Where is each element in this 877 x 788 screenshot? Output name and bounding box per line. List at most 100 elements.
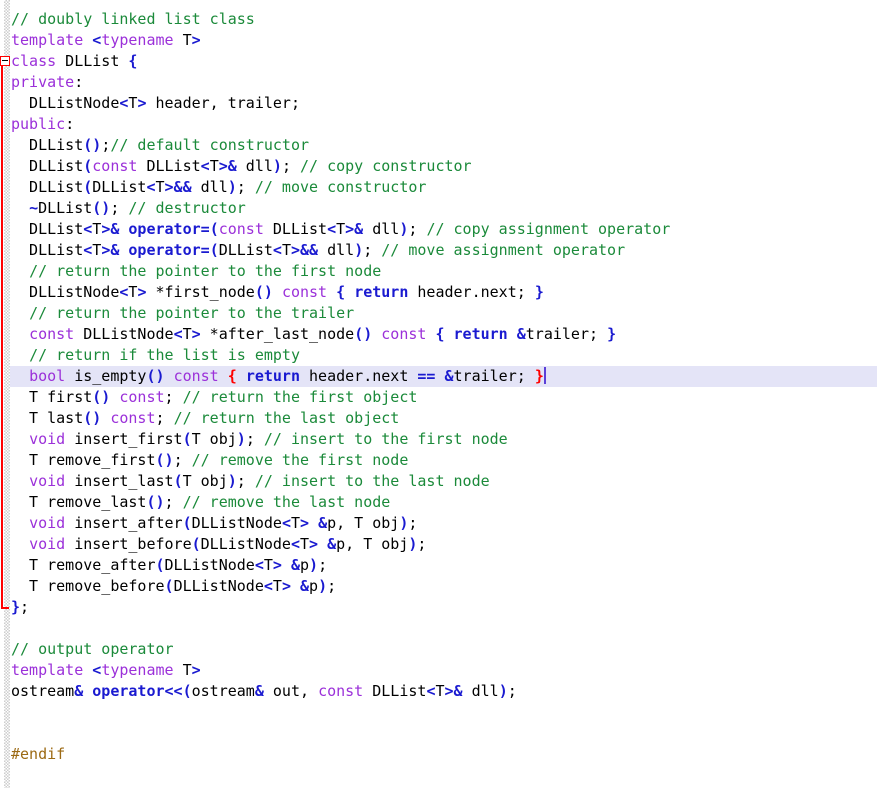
code-line[interactable]: #endif (10, 744, 877, 765)
code-token-brace: { (227, 367, 237, 385)
code-token-plain: DLList (11, 178, 84, 196)
code-token-plain: T (173, 31, 192, 49)
code-token-plain: DLList (137, 157, 201, 175)
code-line[interactable]: template <typename T> (10, 660, 877, 681)
code-token-plain: DLList (56, 52, 129, 70)
code-token-keyword: const (173, 367, 219, 385)
code-token-op: ( (182, 430, 192, 448)
code-token-plain: ; (20, 598, 30, 616)
code-line[interactable]: public: (10, 114, 877, 135)
code-token-plain: ; (417, 535, 427, 553)
code-line[interactable]: T first() const; // return the first obj… (10, 387, 877, 408)
code-line[interactable] (10, 618, 877, 639)
code-line[interactable]: // return the pointer to the first node (10, 261, 877, 282)
code-token-op: == (417, 367, 436, 385)
code-token-plain: ; (164, 493, 183, 511)
code-line[interactable]: DLList<T>& operator=(const DLList<T>& dl… (10, 219, 877, 240)
code-token-plain: DLListNode (191, 514, 282, 532)
code-text-area[interactable]: // doubly linked list class template <typ… (10, 0, 877, 788)
code-line[interactable]: DLListNode<T> header, trailer; (10, 93, 877, 114)
code-token-op: () (146, 367, 165, 385)
code-token-comment: // remove the first node (191, 451, 409, 469)
code-line[interactable]: DLList(const DLList<T>& dll); // copy co… (10, 156, 877, 177)
code-token-op: () (83, 136, 102, 154)
code-token-op: } (11, 598, 21, 616)
code-token-op: ) (318, 577, 328, 595)
code-token-comment: // default constructor (110, 136, 310, 154)
code-token-keyword: const (381, 325, 427, 343)
code-line[interactable]: ostream& operator<<(ostream& out, const … (10, 681, 877, 702)
code-token-plain: *first_node (146, 283, 255, 301)
code-line[interactable]: DLList();// default constructor (10, 135, 877, 156)
code-token-plain: ; (281, 157, 300, 175)
code-token-op: () (155, 451, 174, 469)
code-line[interactable]: bool is_empty() const { return header.ne… (10, 366, 877, 387)
fold-collapse-icon[interactable] (0, 56, 10, 66)
code-token-op: < (173, 325, 183, 343)
code-token-plain: ; (245, 430, 264, 448)
code-token-keyword: template (11, 661, 84, 679)
code-token-plain: insert_first (65, 430, 183, 448)
code-token-op: & (300, 577, 310, 595)
code-line[interactable]: ~DLList(); // destructor (10, 198, 877, 219)
code-line[interactable]: T last() const; // return the last objec… (10, 408, 877, 429)
code-token-plain: T (272, 577, 282, 595)
code-token-comment: // move constructor (254, 178, 427, 196)
code-line[interactable] (10, 702, 877, 723)
code-token-op: ) (354, 241, 364, 259)
editor-fold-gutter[interactable] (0, 0, 10, 788)
code-line[interactable]: void insert_after(DLListNode<T> &p, T ob… (10, 513, 877, 534)
code-line[interactable]: void insert_last(T obj); // insert to th… (10, 471, 877, 492)
code-token-comment: // output operator (11, 640, 174, 658)
code-line[interactable]: class DLList { (10, 51, 877, 72)
code-line[interactable]: const DLListNode<T> *after_last_node() c… (10, 324, 877, 345)
code-line[interactable]: // doubly linked list class (10, 9, 877, 30)
code-token-plain: T (336, 220, 346, 238)
code-token-op: < (92, 31, 102, 49)
code-line[interactable]: T remove_after(DLListNode<T> &p); (10, 555, 877, 576)
code-line[interactable]: void insert_first(T obj); // insert to t… (10, 429, 877, 450)
code-line[interactable]: DLList<T>& operator=(DLList<T>&& dll); /… (10, 240, 877, 261)
code-token-comment: // return if the list is empty (29, 346, 300, 364)
code-line[interactable]: T remove_first(); // remove the first no… (10, 450, 877, 471)
code-token-op: < (83, 220, 93, 238)
code-line[interactable] (10, 723, 877, 744)
code-line[interactable]: DLList(DLList<T>&& dll); // move constru… (10, 177, 877, 198)
fold-region-bar (1, 66, 3, 607)
code-token-op: & (254, 682, 264, 700)
code-editor-window: // doubly linked list class template <typ… (0, 0, 877, 788)
code-token-plain: DLListNode (11, 283, 120, 301)
code-line[interactable]: // output operator (10, 639, 877, 660)
code-token-keyword: private (11, 73, 75, 91)
code-line[interactable]: void insert_before(DLListNode<T> &p, T o… (10, 534, 877, 555)
code-lines-container: // doubly linked list class template <typ… (10, 0, 877, 765)
code-line[interactable]: // return the pointer to the trailer (10, 303, 877, 324)
code-token-plain: ; (408, 220, 427, 238)
code-token-plain: : (65, 115, 75, 133)
code-token-plain: ; (318, 556, 328, 574)
code-line[interactable]: T remove_before(DLListNode<T> &p); (10, 576, 877, 597)
code-line[interactable]: T remove_last(); // remove the last node (10, 492, 877, 513)
code-line[interactable]: private: (10, 72, 877, 93)
code-token-comment: // copy constructor (300, 157, 472, 175)
code-token-preproc: #endif (11, 745, 66, 763)
code-line[interactable]: // return if the list is empty (10, 345, 877, 366)
code-line[interactable]: DLListNode<T> *first_node() const { retu… (10, 282, 877, 303)
code-line[interactable]: }; (10, 597, 877, 618)
code-token-op: >& (444, 682, 463, 700)
code-token-plain: T (92, 220, 102, 238)
code-token-comment: // destructor (128, 199, 246, 217)
code-line[interactable]: template <typename T> (10, 30, 877, 51)
code-token-plain: ostream (11, 682, 75, 700)
code-token-plain: T (155, 178, 165, 196)
